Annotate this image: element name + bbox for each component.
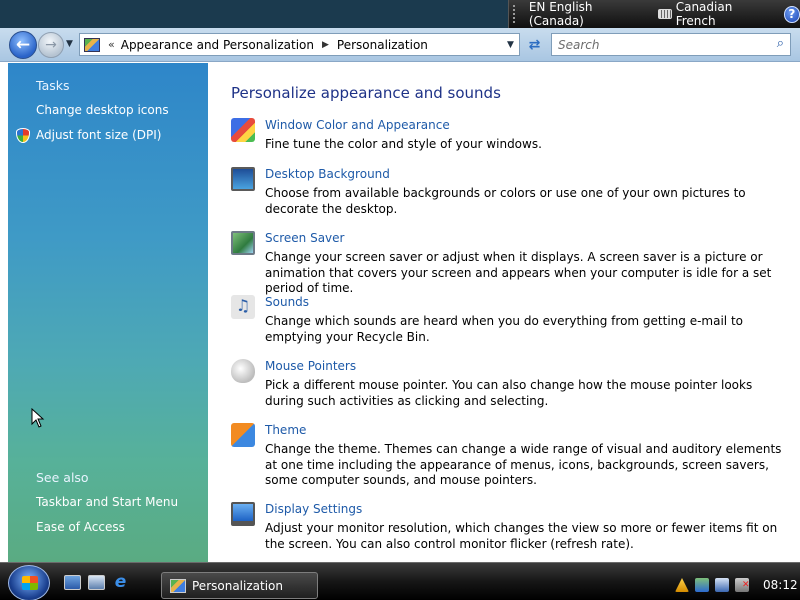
security-warning-icon[interactable] — [675, 578, 689, 592]
change-desktop-icons-link[interactable]: Change desktop icons — [36, 103, 169, 117]
adjust-font-size-link[interactable]: Adjust font size (DPI) — [36, 128, 161, 142]
forward-button[interactable]: → — [38, 32, 64, 58]
help-button[interactable]: ? — [783, 5, 800, 23]
address-bar[interactable]: « Appearance and Personalization ▶ Perso… — [79, 33, 520, 56]
taskbar: e Personalization 08:12 — [0, 562, 800, 600]
address-dropdown-button[interactable]: ▼ — [502, 34, 519, 55]
theme-link[interactable]: Theme — [265, 423, 306, 437]
content-pane: Personalize appearance and sounds Window… — [208, 63, 800, 562]
start-button[interactable] — [8, 565, 50, 600]
uac-shield-icon — [16, 128, 30, 143]
item-description: Fine tune the color and style of your wi… — [265, 137, 542, 151]
item-description: Choose from available backgrounds or col… — [265, 186, 746, 216]
item-description: Change your screen saver or adjust when … — [265, 250, 772, 295]
input-language-button[interactable]: EN English (Canada) — [529, 0, 646, 28]
color-palette-icon[interactable] — [231, 118, 255, 142]
clock[interactable]: 08:12 — [763, 578, 798, 592]
mouse-pointers-link[interactable]: Mouse Pointers — [265, 359, 356, 373]
refresh-button[interactable]: ⇄ — [523, 33, 546, 56]
network-status-icon[interactable] — [715, 578, 729, 592]
internet-explorer-icon[interactable]: e — [112, 574, 129, 591]
keyboard-layout-label: Canadian French — [675, 0, 733, 28]
item-description: Adjust your monitor resolution, which ch… — [265, 521, 778, 551]
mouse-icon[interactable] — [231, 359, 255, 383]
chevron-down-icon: ▼ — [507, 39, 514, 50]
back-arrow-icon: ← — [15, 35, 31, 55]
window-color-and-appearance-link[interactable]: Window Color and Appearance — [265, 118, 450, 132]
forward-arrow-icon: → — [45, 37, 57, 53]
switch-windows-icon[interactable] — [88, 575, 105, 590]
search-box[interactable]: ⌕ — [551, 33, 791, 56]
input-language-label: EN English (Canada) — [528, 0, 593, 28]
desktop-background-icon[interactable] — [231, 167, 255, 191]
item-description: Change the theme. Themes can change a wi… — [265, 442, 782, 487]
network-icon[interactable] — [695, 578, 709, 592]
refresh-icon: ⇄ — [528, 36, 541, 53]
breadcrumb-overflow[interactable]: « — [108, 38, 115, 51]
control-panel-icon — [170, 578, 186, 593]
show-desktop-icon[interactable] — [64, 575, 81, 590]
control-panel-icon — [84, 37, 100, 52]
chevron-down-icon: ▼ — [66, 39, 73, 49]
see-also-heading: See also — [36, 470, 89, 485]
taskbar-and-start-menu-link[interactable]: Taskbar and Start Menu — [36, 495, 178, 509]
language-bar: EN English (Canada) Canadian French ? — [508, 0, 800, 28]
sounds-link[interactable]: Sounds — [265, 295, 309, 309]
notification-area: 08:12 — [665, 572, 800, 598]
help-icon: ? — [788, 7, 796, 21]
task-pane: Tasks Change desktop icons Adjust font s… — [8, 63, 208, 562]
taskbar-button-personalization[interactable]: Personalization — [161, 572, 318, 599]
tasks-heading: Tasks — [36, 78, 70, 93]
desktop-background-link[interactable]: Desktop Background — [265, 167, 390, 181]
search-icon[interactable]: ⌕ — [777, 36, 784, 51]
language-bar-grip[interactable] — [513, 5, 519, 23]
breadcrumb-separator[interactable]: ▶ — [322, 40, 329, 50]
search-input[interactable] — [552, 34, 762, 55]
back-button[interactable]: ← — [9, 31, 37, 59]
screen-saver-link[interactable]: Screen Saver — [265, 231, 344, 245]
breadcrumb-appearance-and-personalization[interactable]: Appearance and Personalization — [121, 38, 314, 52]
keyboard-icon — [658, 9, 672, 19]
taskbar-button-label: Personalization — [192, 578, 283, 593]
display-settings-link[interactable]: Display Settings — [265, 502, 362, 516]
volume-muted-icon[interactable] — [735, 578, 750, 592]
recent-pages-dropdown[interactable]: ▼ — [66, 39, 73, 49]
sounds-icon[interactable]: ♫ — [231, 295, 255, 319]
item-description: Change which sounds are heard when you d… — [265, 314, 743, 344]
display-icon[interactable] — [231, 502, 255, 526]
ease-of-access-link[interactable]: Ease of Access — [36, 520, 125, 534]
keyboard-layout-button[interactable]: Canadian French — [658, 0, 771, 28]
screen-saver-icon[interactable] — [231, 231, 255, 255]
item-description: Pick a different mouse pointer. You can … — [265, 378, 753, 408]
navigation-toolbar: ← → ▼ « Appearance and Personalization ▶… — [0, 28, 800, 62]
page-title: Personalize appearance and sounds — [231, 84, 501, 102]
breadcrumb-personalization[interactable]: Personalization — [337, 38, 428, 52]
personalization-window: ← → ▼ « Appearance and Personalization ▶… — [0, 28, 800, 562]
theme-icon[interactable] — [231, 423, 255, 447]
